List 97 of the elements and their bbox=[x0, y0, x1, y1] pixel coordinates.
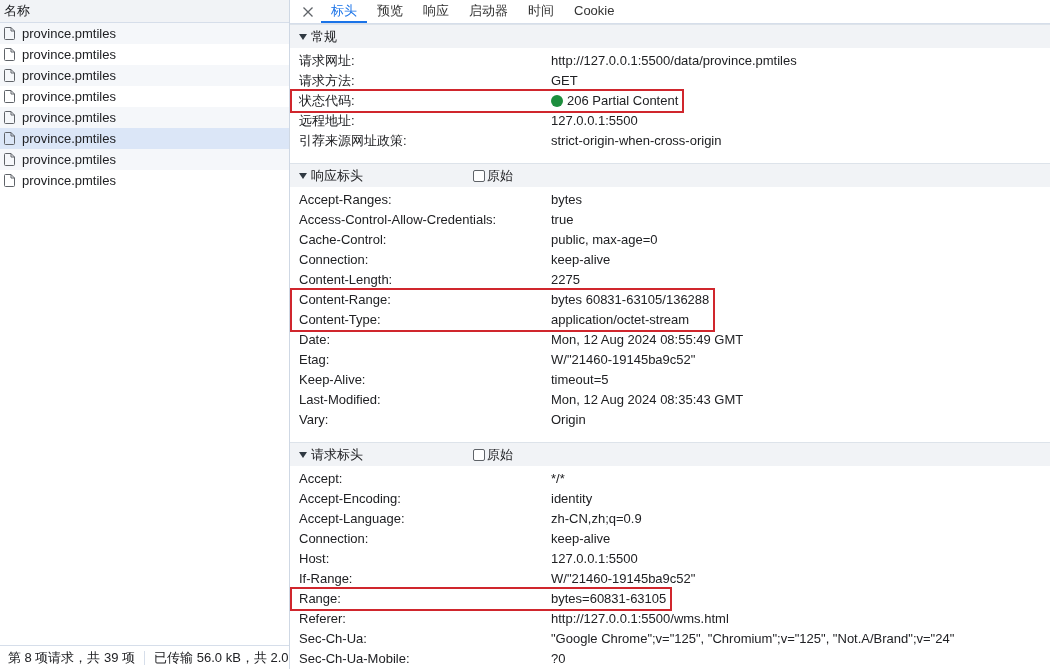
header-name: Host: bbox=[299, 550, 330, 568]
header-value: W/"21460-19145ba9c52" bbox=[551, 351, 696, 369]
checkbox-label: 原始 bbox=[487, 445, 513, 464]
header-value: 2275 bbox=[551, 271, 580, 289]
header-name: Etag: bbox=[299, 351, 330, 369]
status-text: 第 8 项请求，共 39 项 bbox=[8, 648, 136, 667]
header-name: Content-Length: bbox=[299, 271, 393, 289]
request-name: province.pmtiles bbox=[22, 24, 116, 43]
caret-down-icon[interactable] bbox=[299, 450, 307, 459]
header-value: identity bbox=[551, 490, 593, 508]
tab[interactable]: 启动器 bbox=[459, 0, 518, 23]
caret-down-icon[interactable] bbox=[299, 171, 307, 180]
header-value: zh-CN,zh;q=0.9 bbox=[551, 510, 642, 528]
request-name: province.pmtiles bbox=[22, 150, 116, 169]
header-value: http://127.0.0.1:5500/wms.html bbox=[551, 610, 729, 628]
header-name: Cache-Control: bbox=[299, 231, 387, 249]
file-icon bbox=[4, 69, 15, 82]
request-row[interactable]: province.pmtiles bbox=[0, 65, 289, 86]
close-icon[interactable] bbox=[303, 6, 313, 17]
request-row[interactable]: province.pmtiles bbox=[0, 107, 289, 128]
file-icon bbox=[4, 27, 15, 40]
header-name: Vary: bbox=[299, 411, 329, 429]
caret-down-icon[interactable] bbox=[299, 32, 307, 41]
checkbox-label: 原始 bbox=[487, 166, 513, 185]
tab[interactable]: 响应 bbox=[413, 0, 459, 23]
header-name: Accept: bbox=[299, 470, 343, 488]
header-name: 请求网址: bbox=[299, 52, 355, 70]
header-value: bytes=60831-63105 bbox=[551, 590, 667, 608]
request-name: province.pmtiles bbox=[22, 171, 116, 190]
file-icon bbox=[4, 48, 15, 61]
header-value: Origin bbox=[551, 411, 586, 429]
request-name: province.pmtiles bbox=[22, 66, 116, 85]
header-name: Accept-Ranges: bbox=[299, 191, 392, 209]
header-value: keep-alive bbox=[551, 251, 611, 269]
status-text: 已传输 56.0 kB，共 2.0 bbox=[154, 648, 289, 667]
header-name: Connection: bbox=[299, 251, 369, 269]
header-name: 请求方法: bbox=[299, 72, 355, 90]
header-value: bytes 60831-63105/136288 bbox=[551, 291, 710, 309]
file-icon bbox=[4, 111, 15, 124]
checkbox[interactable] bbox=[473, 169, 485, 182]
header-name: 引荐来源网址政策: bbox=[299, 132, 407, 150]
request-name: province.pmtiles bbox=[22, 45, 116, 64]
tab[interactable]: Cookie bbox=[564, 0, 625, 23]
header-value: keep-alive bbox=[551, 530, 611, 548]
section-header[interactable]: 响应标头 原始 bbox=[290, 163, 1050, 187]
request-name: province.pmtiles bbox=[22, 129, 116, 148]
header-name: Date: bbox=[299, 331, 331, 349]
header-name: Sec-Ch-Ua-Mobile: bbox=[299, 650, 410, 668]
header-name: Referer: bbox=[299, 610, 346, 628]
header-value: Mon, 12 Aug 2024 08:35:43 GMT bbox=[551, 391, 744, 409]
header-name: Connection: bbox=[299, 530, 369, 548]
header-value: strict-origin-when-cross-origin bbox=[551, 132, 722, 150]
header-name: 远程地址: bbox=[299, 112, 355, 130]
header-name: Content-Type: bbox=[299, 311, 381, 329]
file-icon bbox=[4, 153, 15, 166]
header-name: Content-Range: bbox=[299, 291, 391, 309]
section-header[interactable]: 常规 bbox=[290, 24, 1050, 48]
header-value: application/octet-stream bbox=[551, 311, 689, 329]
header-name: 状态代码: bbox=[299, 92, 355, 110]
file-icon bbox=[4, 132, 15, 145]
header-name: Sec-Ch-Ua: bbox=[299, 630, 367, 648]
file-icon bbox=[4, 174, 15, 187]
header-value: "Google Chrome";v="125", "Chromium";v="125", "Not.A/Brand";v="24" bbox=[551, 630, 955, 648]
file-icon bbox=[4, 90, 15, 103]
tab[interactable]: 预览 bbox=[367, 0, 413, 23]
header-name: Access-Control-Allow-Credentials: bbox=[299, 211, 497, 229]
tab[interactable]: 时间 bbox=[518, 0, 564, 23]
header-value: GET bbox=[551, 72, 578, 90]
section-title: 响应标头 bbox=[311, 166, 363, 185]
header-name: Keep-Alive: bbox=[299, 371, 366, 389]
header-name: Accept-Language: bbox=[299, 510, 405, 528]
header-value: http://127.0.0.1:5500/data/province.pmtiles bbox=[551, 52, 797, 70]
header-value: 127.0.0.1:5500 bbox=[551, 550, 638, 568]
header-value: 127.0.0.1:5500 bbox=[551, 112, 638, 130]
header-value: public, max-age=0 bbox=[551, 231, 658, 249]
request-row[interactable]: province.pmtiles bbox=[0, 23, 289, 44]
header-value: true bbox=[551, 211, 574, 229]
checkbox[interactable] bbox=[473, 448, 485, 461]
request-name: province.pmtiles bbox=[22, 87, 116, 106]
request-row[interactable]: province.pmtiles bbox=[0, 149, 289, 170]
header-name: Last-Modified: bbox=[299, 391, 381, 409]
request-name: province.pmtiles bbox=[22, 108, 116, 127]
header-value: timeout=5 bbox=[551, 371, 609, 389]
header-name: Range: bbox=[299, 590, 341, 608]
header-value: Mon, 12 Aug 2024 08:55:49 GMT bbox=[551, 331, 744, 349]
header-value: ?0 bbox=[551, 650, 566, 668]
header-value: bytes bbox=[551, 191, 583, 209]
header-value: W/"21460-19145ba9c52" bbox=[551, 570, 696, 588]
header-value: */* bbox=[551, 470, 565, 488]
header-name: Accept-Encoding: bbox=[299, 490, 401, 508]
section-title: 请求标头 bbox=[311, 445, 363, 464]
header-name: If-Range: bbox=[299, 570, 353, 588]
column-header[interactable]: 名称 bbox=[4, 1, 30, 21]
section-title: 常规 bbox=[311, 27, 337, 46]
section-header[interactable]: 请求标头 原始 bbox=[290, 442, 1050, 466]
header-value: 206 Partial Content bbox=[567, 92, 679, 110]
request-row[interactable]: province.pmtiles bbox=[0, 128, 289, 149]
